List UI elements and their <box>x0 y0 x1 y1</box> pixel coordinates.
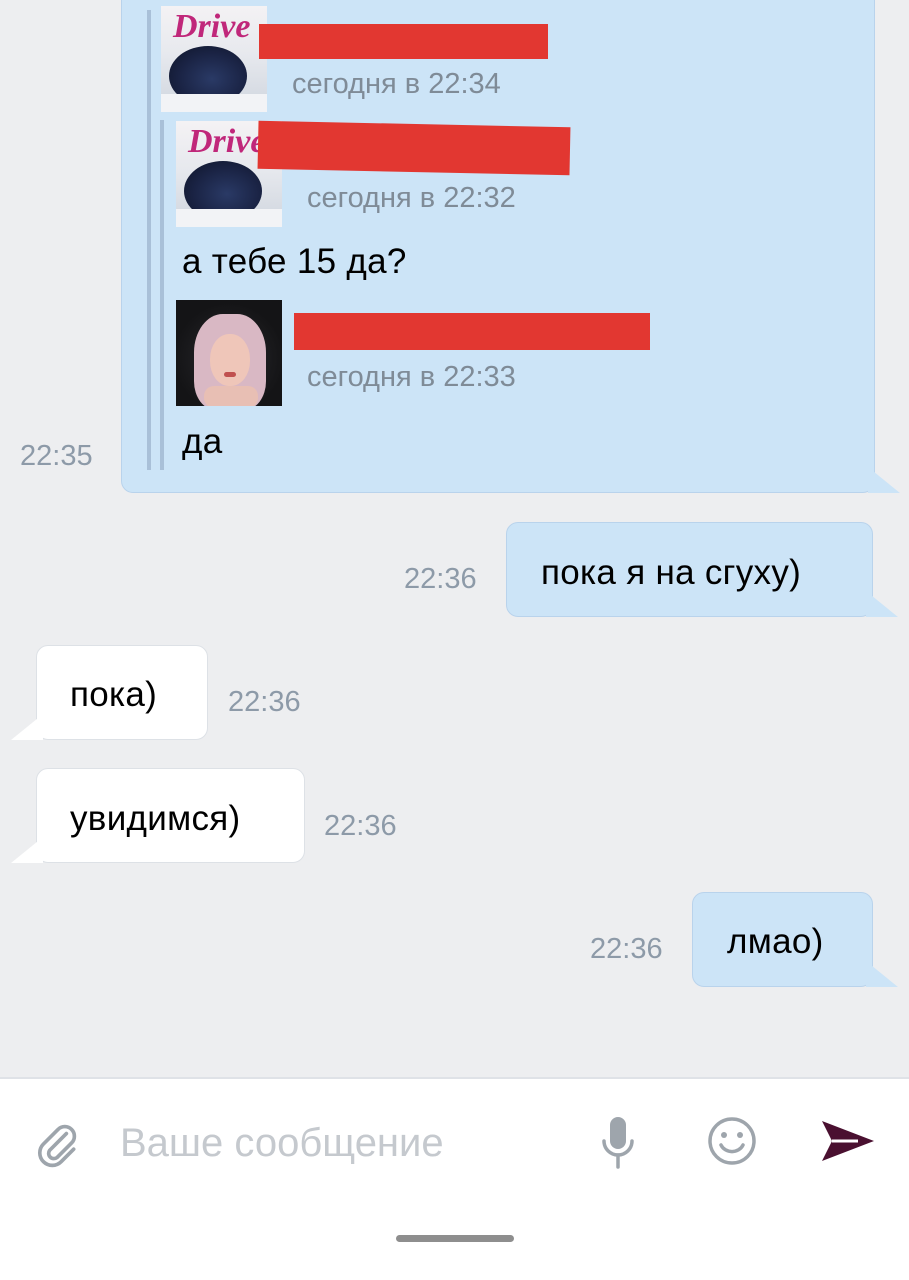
quote-bar-outer <box>147 10 151 470</box>
message-time: 22:36 <box>228 686 301 718</box>
message-time: 22:36 <box>324 810 397 842</box>
quoted-author-avatar[interactable]: Drive <box>161 6 267 112</box>
message-composer: Ваше сообщение <box>0 1077 909 1280</box>
message-text: увидимся) <box>70 799 241 838</box>
reply-quoted-text: да <box>182 422 223 461</box>
message-text: лмао) <box>727 922 824 961</box>
message-time: 22:36 <box>404 563 477 595</box>
emoji-icon[interactable] <box>706 1115 758 1167</box>
redacted-reply-author-name <box>294 313 650 350</box>
reply-author-avatar[interactable] <box>176 300 282 406</box>
avatar-logo-text: Drive <box>173 8 251 45</box>
send-icon[interactable] <box>820 1117 876 1165</box>
quoted-date: сегодня в 22:34 <box>292 68 501 100</box>
message-input[interactable]: Ваше сообщение <box>120 1121 444 1166</box>
reply-quoted-date: сегодня в 22:33 <box>307 361 516 393</box>
message-text: пока я на сгуху) <box>541 553 802 592</box>
home-indicator[interactable] <box>396 1235 514 1242</box>
message-text: пока) <box>70 675 158 714</box>
microphone-icon[interactable] <box>598 1115 638 1171</box>
avatar-logo-text: Drive <box>188 123 266 160</box>
bubble-tail <box>868 467 900 493</box>
redacted-author-name <box>259 24 548 59</box>
inner-quoted-date: сегодня в 22:32 <box>307 182 516 214</box>
redacted-inner-author-name <box>257 120 571 176</box>
paperclip-icon[interactable] <box>32 1119 82 1169</box>
chat-history[interactable]: Drive сегодня в 22:34 Drive Ма сегодня в… <box>0 0 909 1077</box>
inner-quoted-text: а тебе 15 да? <box>182 242 407 281</box>
message-time: 22:35 <box>20 440 93 472</box>
quote-bar-inner <box>160 120 164 470</box>
message-time: 22:36 <box>590 933 663 965</box>
